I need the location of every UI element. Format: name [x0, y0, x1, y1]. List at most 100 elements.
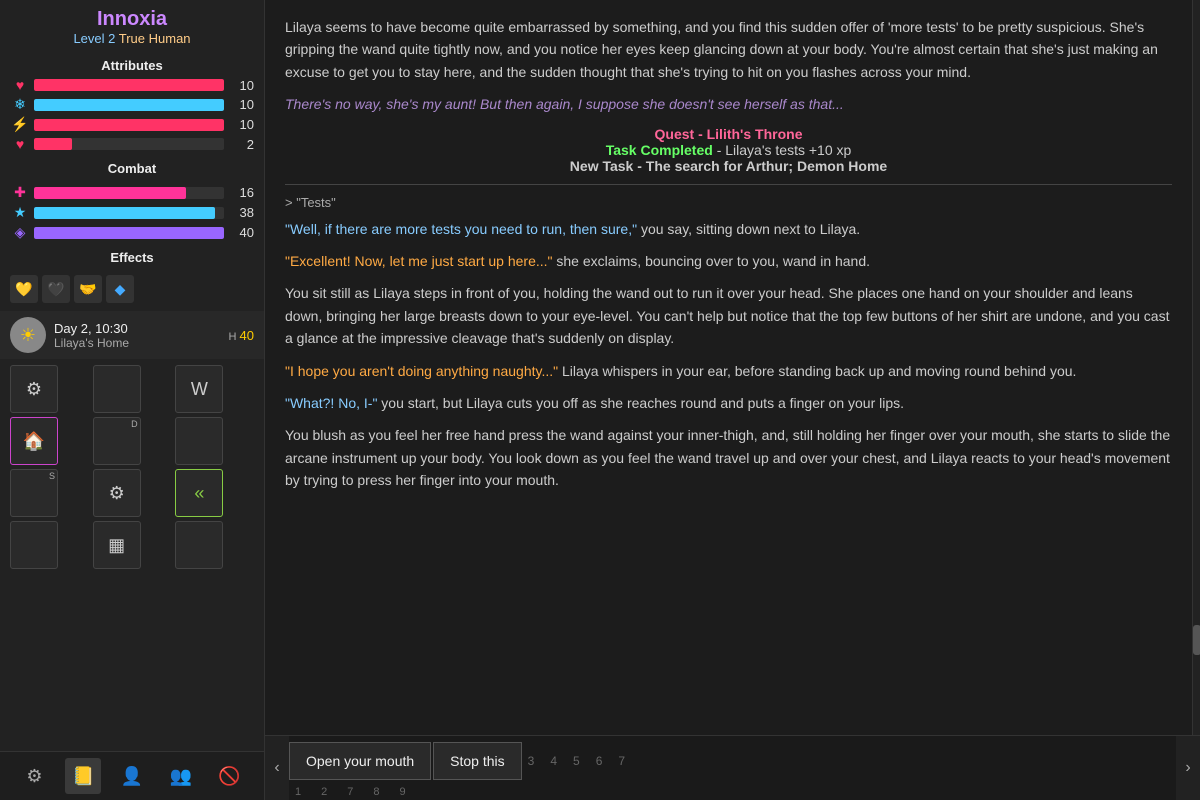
choice-numbers: 3 4 5 6 7 [522, 754, 631, 768]
inv-slot-7[interactable]: ⚙ [93, 469, 141, 517]
inv-slot-1[interactable] [93, 365, 141, 413]
location-name: Lilaya's Home [54, 336, 229, 350]
attr-bar-bg-3 [34, 138, 224, 150]
dialogue1-line: "Well, if there are more tests you need … [285, 218, 1172, 240]
inv-slot-4[interactable]: D [93, 417, 141, 465]
effects-section: 💛 🖤 🤝 ◆ [0, 273, 264, 303]
combat-bar-fill-1 [34, 207, 215, 219]
attr-bar-fill-1 [34, 99, 224, 111]
inv-slot-3[interactable]: 🏠 [10, 417, 58, 465]
settings-icon[interactable]: ⚙ [16, 758, 52, 794]
attr-row-2: ⚡ 10 [10, 116, 254, 133]
location-time: Day 2, 10:30 [54, 321, 229, 336]
attr-bar-bg-0 [34, 79, 224, 91]
attr-row-3: ♥ 2 [10, 136, 254, 152]
inv-icon-0: ⚙ [26, 379, 42, 400]
combat-bar-fill-2 [34, 227, 224, 239]
scroll-right-button[interactable]: › [1176, 736, 1200, 800]
combat-bar-bg-1 [34, 207, 224, 219]
location-gold: H 40 [229, 328, 254, 343]
character-icon[interactable]: 👤 [114, 758, 150, 794]
gold-amount: 40 [240, 328, 254, 343]
inv-icon-3: 🏠 [23, 431, 45, 452]
effect-icon-1: 🖤 [42, 275, 70, 303]
attr-bar-fill-3 [34, 138, 72, 150]
player-level-num: Level 2 [73, 31, 115, 46]
main-content: Lilaya seems to have become quite embarr… [265, 0, 1200, 800]
dialogue2-line: "Excellent! Now, let me just start up he… [285, 250, 1172, 272]
inv-icon-10: ▦ [108, 535, 125, 556]
group-icon[interactable]: 👥 [163, 758, 199, 794]
player-name: Innoxia [0, 0, 264, 31]
attr-row-1: ❄ 10 [10, 96, 254, 113]
inv-slot-8[interactable]: « [175, 469, 223, 517]
inv-slot-5[interactable] [175, 417, 223, 465]
body-text-1: You sit still as Lilaya steps in front o… [285, 282, 1172, 349]
choice-open-mouth[interactable]: Open your mouth [289, 742, 431, 780]
inventory-grid: ⚙ W 🏠 D S ⚙ « ▦ [0, 359, 264, 575]
scroll-left-button[interactable]: ‹ [265, 736, 289, 800]
attr-val-3: 2 [230, 137, 254, 152]
combat-bar-bg-2 [34, 227, 224, 239]
dialogue2-cont: she exclaims, bouncing over to you, wand… [553, 253, 871, 269]
dialogue4-text: "What?! No, I-" [285, 395, 377, 411]
inv-slot-0[interactable]: ⚙ [10, 365, 58, 413]
combat-val-2: 40 [230, 225, 254, 240]
attr-icon-0: ♥ [10, 77, 30, 93]
combat-icon-1: ★ [10, 204, 30, 221]
attributes-section: ♥ 10 ❄ 10 ⚡ 10 ♥ 2 [0, 77, 264, 155]
quest-completed-line: Task Completed - Lilaya's tests +10 xp [285, 142, 1172, 158]
location-sun-icon: ☀ [10, 317, 46, 353]
minus-icon[interactable]: 🚫 [212, 758, 248, 794]
dialogue3-text: "I hope you aren't doing anything naught… [285, 363, 558, 379]
scrollbar-thumb[interactable] [1193, 625, 1200, 655]
combat-row-0: ✚ 16 [10, 184, 254, 201]
effect-icon-3: ◆ [106, 275, 134, 303]
dialogue3-cont: Lilaya whispers in your ear, before stan… [558, 363, 1076, 379]
location-section: ☀ Day 2, 10:30 Lilaya's Home H 40 [0, 311, 264, 359]
effect-icon-0: 💛 [10, 275, 38, 303]
attributes-title: Attributes [0, 58, 264, 73]
inv-slot-6[interactable]: S [10, 469, 58, 517]
combat-title: Combat [0, 161, 264, 176]
inv-icon-2: W [191, 379, 208, 400]
inv-slot-9[interactable] [10, 521, 58, 569]
dialogue1-text: "Well, if there are more tests you need … [285, 221, 637, 237]
combat-row-1: ★ 38 [10, 204, 254, 221]
dialogue3-line: "I hope you aren't doing anything naught… [285, 360, 1172, 382]
combat-bar-bg-0 [34, 187, 224, 199]
dialogue2-text: "Excellent! Now, let me just start up he… [285, 253, 553, 269]
attr-bar-fill-2 [34, 119, 224, 131]
gold-label: H [229, 331, 240, 343]
player-level-type: True Human [119, 31, 191, 46]
attr-val-2: 10 [230, 117, 254, 132]
dialogue4-line: "What?! No, I-" you start, but Lilaya cu… [285, 392, 1172, 414]
player-level: Level 2 True Human [0, 31, 264, 52]
dialogue1-cont: you say, sitting down next to Lilaya. [637, 221, 860, 237]
inv-icon-7: ⚙ [109, 483, 125, 504]
attr-val-1: 10 [230, 97, 254, 112]
attr-icon-2: ⚡ [10, 116, 30, 133]
quest-completed-extra: - Lilaya's tests +10 xp [713, 142, 851, 158]
inv-slot-11[interactable] [175, 521, 223, 569]
attr-row-0: ♥ 10 [10, 77, 254, 93]
right-scrollbar[interactable] [1192, 0, 1200, 735]
dialogue4-cont: you start, but Lilaya cuts you off as sh… [377, 395, 904, 411]
inv-slot-2[interactable]: W [175, 365, 223, 413]
scrollbar-track[interactable] [1193, 0, 1200, 735]
choices-bar: ‹ Open your mouth Stop this 3 4 5 6 7 1 [265, 735, 1200, 800]
combat-val-0: 16 [230, 185, 254, 200]
quest-box: Quest - Lilith's Throne Task Completed -… [285, 126, 1172, 174]
attr-icon-1: ❄ [10, 96, 30, 113]
choice-stop-this[interactable]: Stop this [433, 742, 521, 780]
location-info: Day 2, 10:30 Lilaya's Home [54, 321, 229, 350]
combat-bar-fill-0 [34, 187, 186, 199]
combat-icon-2: ◈ [10, 224, 30, 241]
attr-icon-3: ♥ [10, 136, 30, 152]
effects-icons: 💛 🖤 🤝 ◆ [10, 275, 254, 303]
story-italic: There's no way, she's my aunt! But then … [285, 93, 1172, 115]
inv-slot-10[interactable]: ▦ [93, 521, 141, 569]
story-area[interactable]: Lilaya seems to have become quite embarr… [265, 0, 1192, 735]
journal-icon[interactable]: 📒 [65, 758, 101, 794]
body-text-2: You blush as you feel her free hand pres… [285, 424, 1172, 491]
